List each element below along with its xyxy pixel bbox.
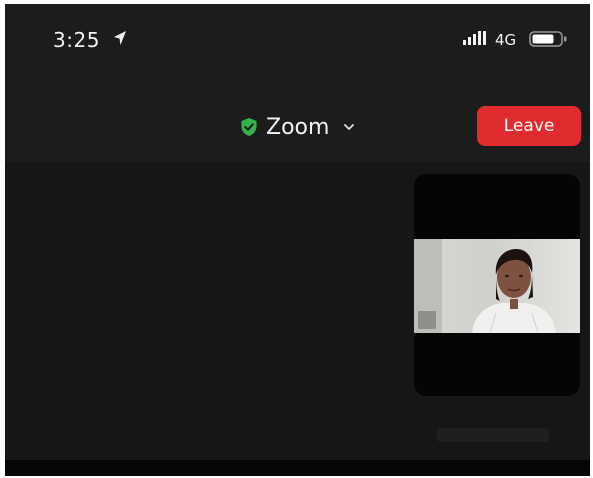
status-bar: 3:25 4G: [5, 4, 590, 74]
network-type: 4G: [495, 31, 517, 49]
meeting-top-bar: Zoom Leave: [5, 74, 590, 162]
participant-video-thumbnail[interactable]: [414, 174, 580, 396]
signal-bars-icon: [463, 31, 486, 45]
video-area: [5, 162, 590, 460]
app-screen: 3:25 4G Zoom Leave: [5, 4, 590, 476]
leave-button[interactable]: Leave: [477, 106, 581, 146]
bottom-toolbar: [5, 460, 590, 476]
participant-video-feed: [414, 239, 580, 333]
status-time: 3:25: [53, 28, 100, 52]
meeting-title: Zoom: [266, 114, 330, 140]
meeting-info-button[interactable]: Zoom: [240, 112, 355, 142]
chevron-down-icon: [344, 124, 355, 130]
battery-icon: [529, 31, 567, 47]
location-arrow-icon: [114, 31, 126, 45]
faint-placeholder-bar: [437, 428, 549, 442]
shield-check-icon: [241, 118, 257, 136]
